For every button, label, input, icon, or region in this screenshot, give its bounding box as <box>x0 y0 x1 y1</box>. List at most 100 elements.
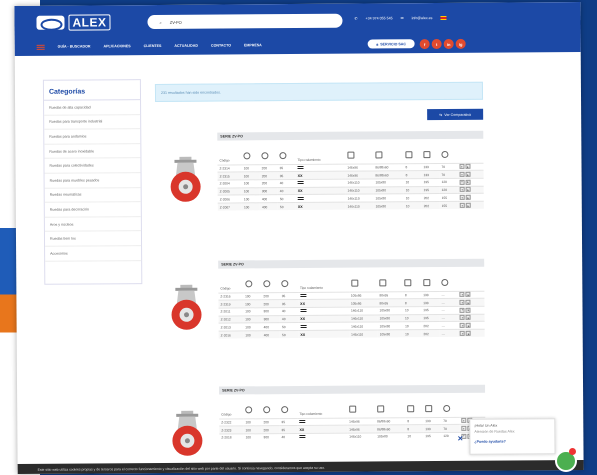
compare-add-button[interactable]: + <box>459 202 465 208</box>
series-table: Código Tipo rodamiento Z-2322 100 200 35 146x9… <box>219 393 486 442</box>
instagram-icon[interactable]: ig <box>455 38 466 49</box>
table-row[interactable]: Z-2016 100 400 50 XX 146x110 105x80 10 202— + ▸ <box>218 329 485 339</box>
view-detail-button[interactable]: ▸ <box>465 171 471 177</box>
product-code[interactable]: Z-2322 <box>219 418 244 427</box>
chat-question: ¿Puedo ayudarte? <box>474 439 506 444</box>
product-code[interactable]: Z-2006 <box>217 195 242 204</box>
twitter-icon[interactable]: t <box>431 38 442 50</box>
compare-add-button[interactable]: + <box>459 164 465 170</box>
compare-add-button[interactable]: + <box>459 187 465 193</box>
site-logo[interactable]: ALEX <box>36 13 136 32</box>
product-code[interactable]: Z-2316 <box>218 292 244 301</box>
compare-add-button[interactable]: + <box>460 315 466 321</box>
nav-item-contacto[interactable]: CONTACTO <box>211 43 231 47</box>
product-code[interactable]: Z-2007 <box>217 202 242 211</box>
table-cell: 105x80 <box>373 194 404 202</box>
product-code[interactable]: Z-2314 <box>217 164 242 173</box>
sidebar-item[interactable]: Ruedas para decoración <box>44 202 141 218</box>
table-cell: 146x110 <box>349 314 378 323</box>
table-cell: 35 <box>279 292 299 300</box>
column-header <box>377 267 403 291</box>
sidebar-item[interactable]: Ruedas tiem los <box>44 231 142 247</box>
product-code[interactable]: Z-2005 <box>217 187 242 196</box>
product-series: SERIE ZV-PO Código Tipo rodamiento Z-2314 10… <box>155 130 484 211</box>
view-detail-button[interactable]: ▸ <box>465 202 471 208</box>
menu-icon[interactable] <box>36 44 45 50</box>
linkedin-icon[interactable]: in <box>443 38 454 49</box>
roller-bearing-icon: XX <box>299 427 305 432</box>
view-detail-button[interactable]: ▸ <box>465 164 471 170</box>
table-cell: 105x80 <box>375 432 406 441</box>
sidebar-item[interactable]: Aros y núcleos <box>44 216 141 233</box>
chat-close-icon[interactable]: ✕ <box>457 435 465 443</box>
sidebar-item[interactable]: Ruedas para colectividades <box>44 158 141 174</box>
nav-item-aplicaciones[interactable]: APLICACIONES <box>103 44 130 48</box>
view-detail-button[interactable]: ▸ <box>466 315 472 321</box>
product-code[interactable]: Z-2016 <box>218 330 244 339</box>
compare-add-button[interactable]: + <box>461 425 467 431</box>
compare-add-button[interactable]: + <box>461 418 467 424</box>
view-detail-button[interactable]: ▸ <box>465 299 471 305</box>
product-code[interactable]: Z-2012 <box>218 315 244 324</box>
table-cell: 195 <box>421 314 440 322</box>
table-cell: 200 <box>261 418 280 426</box>
sidebar-item[interactable]: Ruedas para andamios <box>44 129 141 145</box>
table-cell: 100 <box>241 187 260 196</box>
view-detail-button[interactable]: ▸ <box>465 194 471 200</box>
spain-flag-icon[interactable] <box>440 15 447 21</box>
nav-item-clientes[interactable]: CLIENTES <box>144 44 162 48</box>
row-actions: +▸ <box>457 185 484 194</box>
nav-item-empresa[interactable]: EMPRESA <box>244 43 262 47</box>
sidebar-item[interactable]: Ruedas para muebles pesados <box>44 173 141 189</box>
facebook-icon[interactable]: f <box>419 39 430 50</box>
product-code[interactable]: Z-2323 <box>219 426 244 434</box>
compare-add-button[interactable]: + <box>460 330 466 336</box>
nav-item-guia[interactable]: GUÍA · BUSCADOR <box>58 44 91 48</box>
product-code[interactable]: Z-2004 <box>217 179 242 188</box>
view-detail-button[interactable]: ▸ <box>465 187 471 193</box>
row-actions: +▸ <box>458 329 485 338</box>
logo-mark-icon <box>36 15 65 30</box>
table-cell: 202 <box>421 201 440 210</box>
sidebar-item[interactable]: Accesorios <box>45 246 142 262</box>
table-cell: 133 <box>421 291 440 299</box>
plate-size-icon <box>350 279 358 287</box>
table-row[interactable]: Z-201810030040146x110105x8010195120+▸ <box>219 432 486 442</box>
compare-add-button[interactable]: + <box>459 194 465 200</box>
phone-link[interactable]: +34 974 055 545 <box>365 16 392 20</box>
sidebar-item[interactable]: Ruedas neumáticas <box>44 187 141 203</box>
cookie-banner: Este sitio web utiliza cookies propias y… <box>17 460 584 474</box>
email-link[interactable]: info@alex.es <box>412 16 433 20</box>
sidebar-item[interactable]: Ruedas para transporte industrial <box>44 114 141 130</box>
product-code[interactable]: Z-2013 <box>218 323 244 332</box>
product-code[interactable]: Z-2319 <box>218 300 244 308</box>
compare-add-button[interactable]: + <box>459 292 465 298</box>
nav-item-actualidad[interactable]: ACTUALIDAD <box>174 44 198 48</box>
compare-button[interactable]: ⇆ Ver Comparativa <box>427 108 484 121</box>
product-code[interactable]: Z-2018 <box>219 433 244 442</box>
view-detail-button[interactable]: ▸ <box>466 330 472 336</box>
search-input[interactable]: ⌕ ZV-PO <box>147 13 343 30</box>
compare-add-button[interactable]: + <box>460 322 466 328</box>
sac-label: SERVICIO SAC <box>380 41 406 46</box>
compare-add-button[interactable]: + <box>459 179 465 185</box>
table-row[interactable]: Z-2007 100 400 50 XX 146x110 105x80 10 202 155 + ▸ <box>217 201 484 211</box>
column-header <box>421 267 440 291</box>
compare-add-button[interactable]: + <box>459 307 465 313</box>
product-code[interactable]: Z-2315 <box>217 172 242 180</box>
sidebar-item[interactable]: Ruedas de acero inoxidable <box>44 143 141 160</box>
view-detail-button[interactable]: ▸ <box>466 322 472 328</box>
table-cell: 70 <box>441 424 460 433</box>
view-detail-button[interactable]: ▸ <box>465 292 471 298</box>
compare-add-button[interactable]: + <box>459 171 465 177</box>
table-cell: 105x86 <box>348 299 378 308</box>
compare-add-button[interactable]: + <box>459 299 465 305</box>
contact-bar: ✆ +34 974 055 545 ✉ info@alex.es <box>354 15 447 21</box>
chat-popup[interactable]: ¡Hola! Un Alex Atención de Ruedas Alex ¿… <box>469 418 556 455</box>
view-detail-button[interactable]: ▸ <box>465 307 471 313</box>
sidebar-item[interactable]: Ruedas de alta capacidad <box>44 100 141 116</box>
table-cell: — <box>439 321 459 330</box>
sac-button[interactable]: 🔒︎ SERVICIO SAC <box>367 39 415 49</box>
view-detail-button[interactable]: ▸ <box>465 179 471 185</box>
product-code[interactable]: Z-2011 <box>218 307 244 316</box>
